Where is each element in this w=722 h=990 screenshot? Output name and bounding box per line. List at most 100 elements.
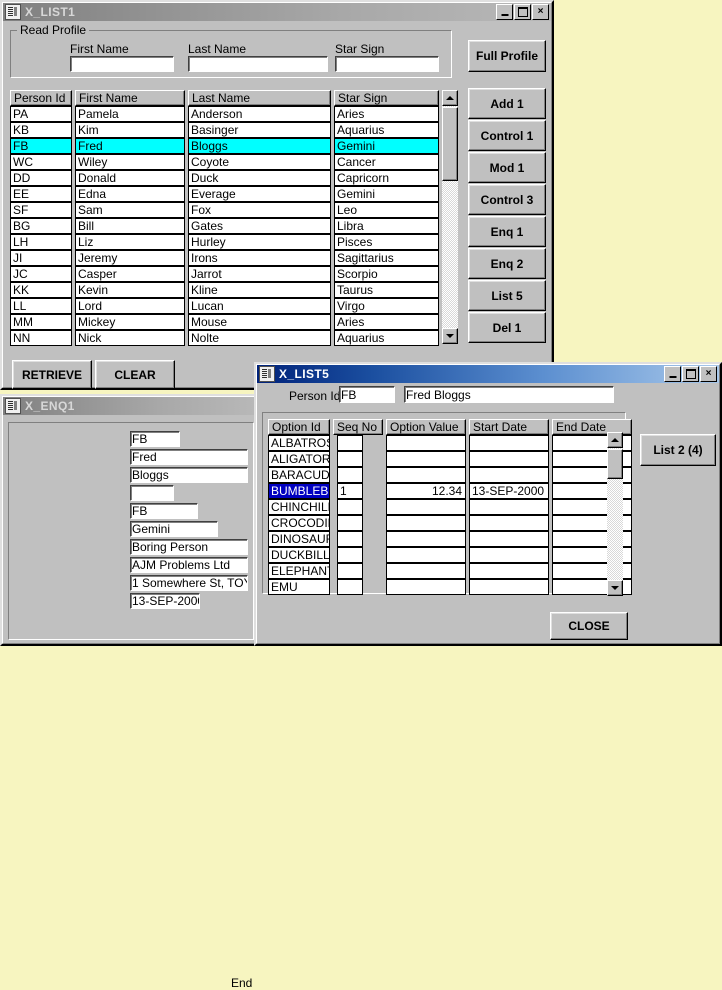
cell-person-id[interactable]: DD [10,170,72,186]
titlebar-x-list5[interactable]: X_LIST5 × [257,365,719,383]
cell-person-id[interactable]: JC [10,266,72,282]
scroll-up-arrow-icon[interactable] [442,90,458,106]
cell-star-sign[interactable]: Capricorn [334,170,439,186]
cell-person-id[interactable]: SF [10,202,72,218]
cell-start-date[interactable] [469,515,549,531]
cell-option-value[interactable] [386,499,466,515]
filter-input-last-name[interactable] [188,56,328,72]
action-button-del-1[interactable]: Del 1 [468,312,546,343]
cell-start-date[interactable] [469,531,549,547]
field-input-nat-ins-no-[interactable]: FB [130,503,198,519]
window-x-list5[interactable]: X_LIST5 × Person Id FB Fred Bloggs Optio… [254,362,722,646]
scrollbar-thumb[interactable] [442,107,458,181]
action-button-list-5[interactable]: List 5 [468,280,546,311]
action-button-enq-1[interactable]: Enq 1 [468,216,546,247]
cell-star-sign[interactable]: Taurus [334,282,439,298]
cell-person-id[interactable]: LL [10,298,72,314]
field-input-last-name[interactable]: Bloggs [130,467,248,483]
cell-person-id[interactable]: JI [10,250,72,266]
cell-person-id[interactable]: KB [10,122,72,138]
cell-star-sign[interactable]: Aries [334,106,439,122]
cell-last-name[interactable]: Mouse [188,314,331,330]
cell-option-value[interactable] [386,435,466,451]
cell-seq-no[interactable] [337,579,363,595]
cell-last-name[interactable]: Jarrot [188,266,331,282]
cell-first-name[interactable]: Wiley [75,154,185,170]
action-button-add-1[interactable]: Add 1 [468,88,546,119]
cell-option-value[interactable] [386,515,466,531]
cell-option-value[interactable] [386,451,466,467]
maximize-button[interactable] [682,366,699,382]
cell-star-sign[interactable]: Gemini [334,186,439,202]
cell-start-date[interactable] [469,579,549,595]
cell-first-name[interactable]: Bill [75,218,185,234]
cell-person-id[interactable]: PA [10,106,72,122]
cell-last-name[interactable]: Lucan [188,298,331,314]
column-header-first-name[interactable]: First Name [75,90,185,106]
cell-start-date[interactable]: 13-SEP-2000 [469,483,549,499]
scroll-down-arrow-icon[interactable] [607,580,623,596]
person-list-scrollbar[interactable] [442,90,458,344]
cell-star-sign[interactable]: Pisces [334,234,439,250]
cell-option-id[interactable]: BARACUDA [268,467,330,483]
field-input-node-description[interactable]: AJM Problems Ltd [130,557,248,573]
cell-start-date[interactable] [469,499,549,515]
column-header-seq-no[interactable]: Seq No [333,419,383,435]
cell-last-name[interactable]: Gates [188,218,331,234]
column-header-option-value[interactable]: Option Value [386,419,466,435]
close-button[interactable]: CLOSE [550,612,628,640]
cell-start-date[interactable] [469,435,549,451]
cell-last-name[interactable]: Hurley [188,234,331,250]
cell-first-name[interactable]: Casper [75,266,185,282]
cell-last-name[interactable]: Irons [188,250,331,266]
field-input-initials[interactable] [130,485,174,501]
retrieve-button[interactable]: RETRIEVE [12,360,92,389]
close-icon[interactable]: × [532,4,549,20]
minimize-button[interactable] [664,366,681,382]
cell-first-name[interactable]: Kim [75,122,185,138]
cell-option-id[interactable]: ELEPHANT [268,563,330,579]
cell-person-id[interactable]: BG [10,218,72,234]
cell-seq-no[interactable] [337,435,363,451]
cell-last-name[interactable]: Everage [188,186,331,202]
cell-first-name[interactable]: Donald [75,170,185,186]
cell-seq-no[interactable] [337,451,363,467]
cell-seq-no[interactable] [337,563,363,579]
cell-star-sign[interactable]: Aries [334,314,439,330]
cell-star-sign[interactable]: Gemini [334,138,439,154]
cell-last-name[interactable]: Nolte [188,330,331,346]
cell-person-id[interactable]: WC [10,154,72,170]
column-header-start-date[interactable]: Start Date [469,419,549,435]
cell-first-name[interactable]: Nick [75,330,185,346]
cell-last-name[interactable]: Anderson [188,106,331,122]
window-x-list1[interactable]: X_LIST1 × Read Profile First Name Last N… [0,0,554,390]
titlebar-x-enq1[interactable]: X_ENQ1 [3,397,255,415]
cell-option-id[interactable]: DINOSAUR [268,531,330,547]
titlebar-x-list1[interactable]: X_LIST1 × [3,3,551,21]
cell-star-sign[interactable]: Scorpio [334,266,439,282]
cell-first-name[interactable]: Kevin [75,282,185,298]
person-name-input[interactable]: Fred Bloggs [404,386,614,403]
cell-option-id[interactable]: ALIGATOR [268,451,330,467]
cell-first-name[interactable]: Sam [75,202,185,218]
cell-first-name[interactable]: Edna [75,186,185,202]
cell-start-date[interactable] [469,547,549,563]
cell-option-id[interactable]: ALBATROSS [268,435,330,451]
cell-option-value[interactable] [386,531,466,547]
cell-star-sign[interactable]: Leo [334,202,439,218]
cell-person-id[interactable]: NN [10,330,72,346]
scrollbar-thumb[interactable] [607,449,623,479]
full-profile-button[interactable]: Full Profile [468,40,546,72]
cell-option-value[interactable] [386,467,466,483]
cell-star-sign[interactable]: Virgo [334,298,439,314]
cell-last-name[interactable]: Duck [188,170,331,186]
cell-last-name[interactable]: Coyote [188,154,331,170]
cell-person-id[interactable]: LH [10,234,72,250]
cell-option-value[interactable] [386,547,466,563]
column-header-star-sign[interactable]: Star Sign [334,90,439,106]
options-list-scrollbar[interactable] [607,432,623,596]
column-header-person-id[interactable]: Person Id [10,90,72,106]
cell-last-name[interactable]: Basinger [188,122,331,138]
cell-last-name[interactable]: Fox [188,202,331,218]
cell-seq-no[interactable] [337,499,363,515]
